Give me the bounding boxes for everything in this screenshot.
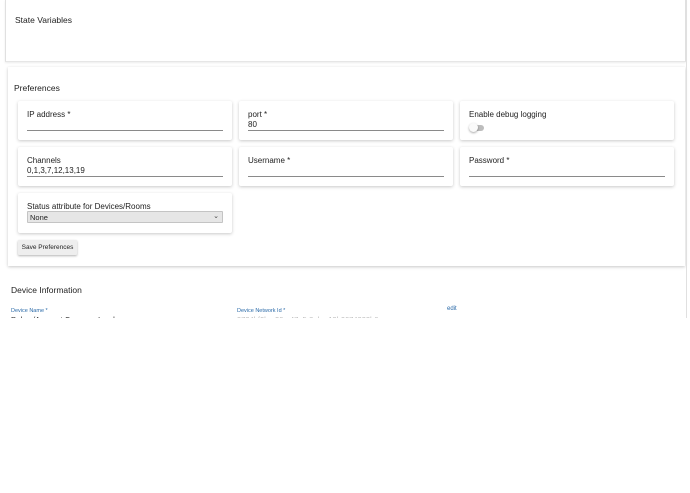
toggle-knob xyxy=(469,123,478,132)
preferences-title: Preferences xyxy=(14,83,60,93)
chevron-down-icon: ⌄ xyxy=(213,213,219,220)
status-attribute-label: Status attribute for Devices/Rooms xyxy=(27,202,151,211)
clipped-text: • • • • • • • • • • • • • • xyxy=(528,0,596,2)
channels-value[interactable]: 0,1,3,7,12,13,19 xyxy=(27,166,85,175)
debug-logging-field: Enable debug logging xyxy=(460,101,674,140)
network-id-label: Device Network Id * xyxy=(237,308,286,314)
port-underline xyxy=(248,130,444,131)
status-attribute-select[interactable]: None ⌄ xyxy=(27,211,223,223)
password-label: Password * xyxy=(469,156,510,165)
channels-field[interactable]: Channels 0,1,3,7,12,13,19 xyxy=(18,147,232,186)
ip-address-underline xyxy=(27,130,223,131)
port-field[interactable]: port * 80 xyxy=(239,101,453,140)
device-information-title: Device Information xyxy=(11,285,82,295)
state-variables-card: • • • • • • • • • • • • • • xyxy=(5,0,686,62)
port-value[interactable]: 80 xyxy=(248,120,257,129)
right-scroll-edge xyxy=(686,0,687,318)
state-variables-title: State Variables xyxy=(15,15,73,25)
ip-address-label: IP address * xyxy=(27,110,71,119)
username-underline xyxy=(248,176,444,177)
port-label: port * xyxy=(248,110,268,119)
username-field[interactable]: Username * xyxy=(239,147,453,186)
debug-logging-label: Enable debug logging xyxy=(469,110,547,119)
password-underline xyxy=(469,176,665,177)
device-name-label: Device Name * xyxy=(11,308,48,314)
page-blank-area xyxy=(0,318,690,493)
debug-logging-toggle[interactable] xyxy=(469,123,484,132)
status-attribute-selected: None xyxy=(30,213,48,222)
status-attribute-field: Status attribute for Devices/Rooms None … xyxy=(18,193,232,233)
channels-underline xyxy=(27,176,223,177)
channels-label: Channels xyxy=(27,156,61,165)
ip-address-field[interactable]: IP address * xyxy=(18,101,232,140)
username-label: Username * xyxy=(248,156,291,165)
save-preferences-button[interactable]: Save Preferences xyxy=(18,240,77,255)
password-field[interactable]: Password * xyxy=(460,147,674,186)
edit-network-id-link[interactable]: edit xyxy=(447,306,457,312)
